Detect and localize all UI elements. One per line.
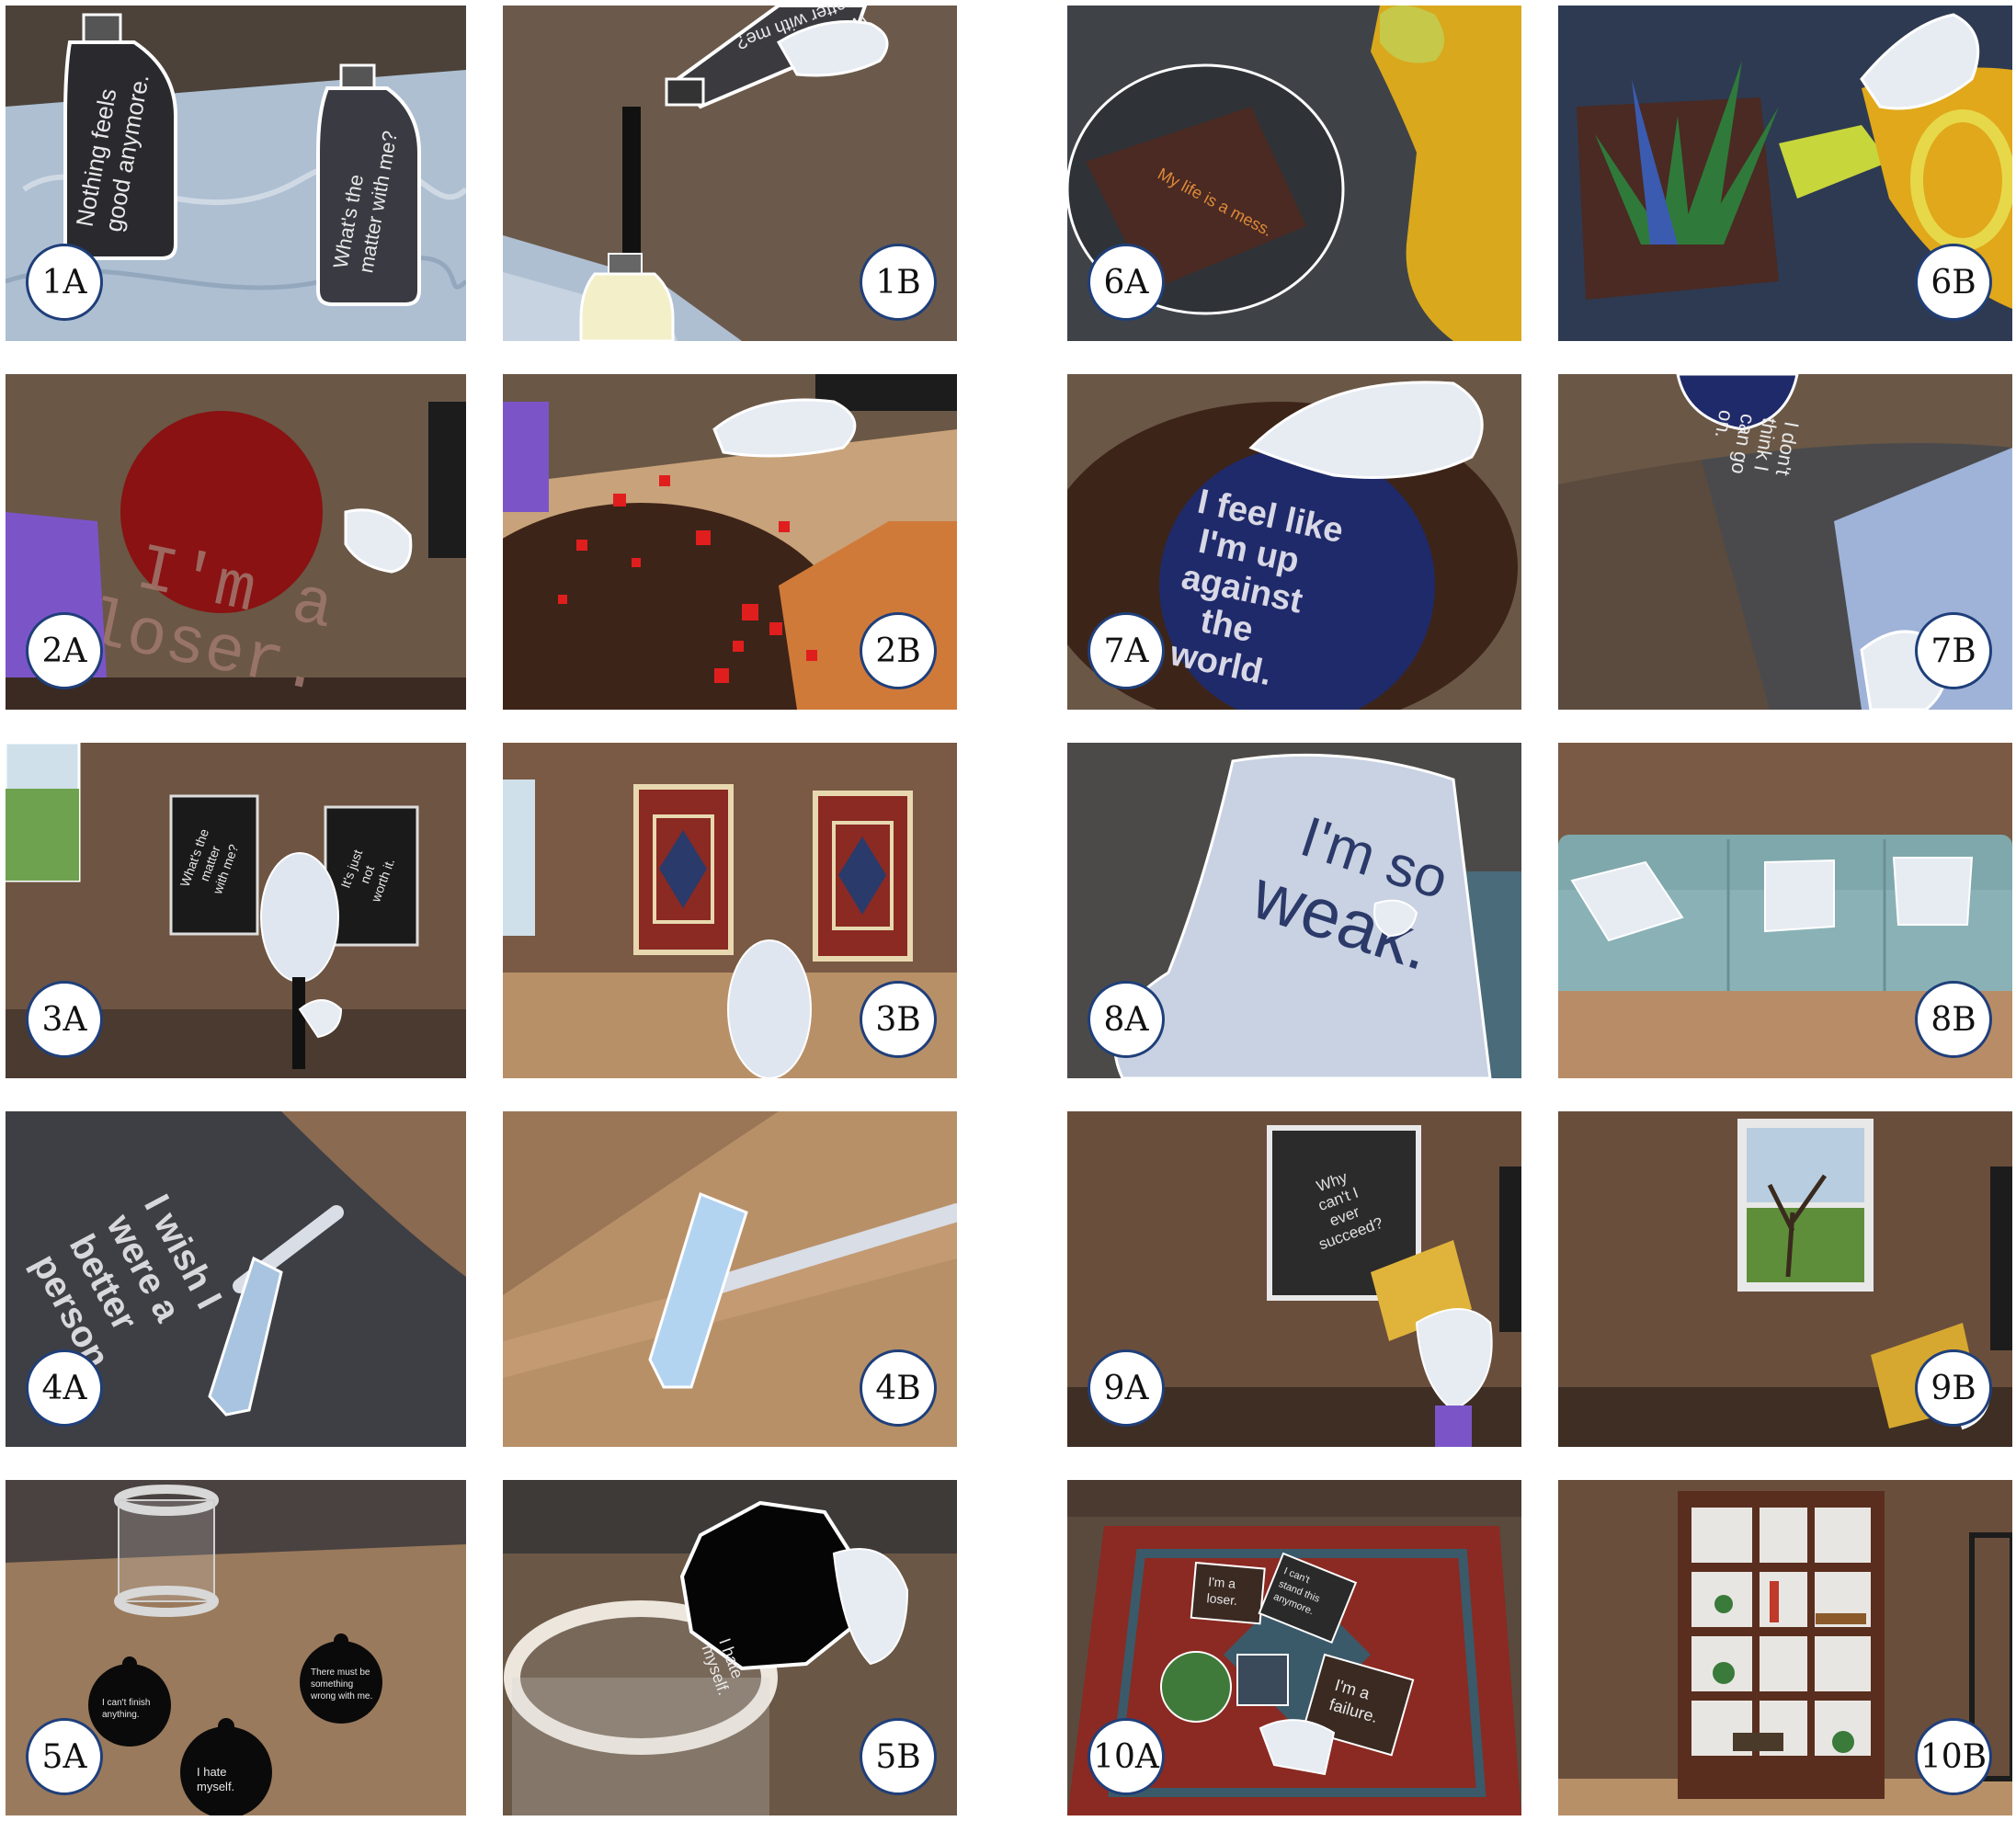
label-5B: 5B [860, 1718, 937, 1795]
label-9B: 9B [1915, 1349, 1992, 1427]
label-2A: 2A [26, 612, 103, 689]
bag-text-3: There must be [311, 1667, 370, 1678]
bookshelf [1678, 1491, 1885, 1799]
panel-1B: What's the matter with me? 1B [503, 6, 957, 341]
bag-text-5: wrong with me. [310, 1691, 372, 1701]
label-2B: 2B [860, 612, 937, 689]
poster-left: What's the matter with me? [169, 794, 259, 936]
label-7B: 7B [1915, 612, 1992, 689]
panel-4A: I wish I were a better person. 4A [6, 1111, 466, 1447]
bag-text-4: something [311, 1679, 353, 1690]
label-6A: 6A [1088, 244, 1165, 321]
panel-7A: I feel like I'm up against the world. 7A [1067, 374, 1521, 710]
panel-10A: I'm a loser. I can't stand this anymore.… [1067, 1480, 1521, 1815]
panel-7B: I don't think I can go on. 7B [1558, 374, 2012, 710]
label-3A: 3A [26, 981, 103, 1058]
label-1A: 1A [26, 244, 103, 321]
panel-3B: 3B [503, 743, 957, 1078]
card-text-1: I'm a [1208, 1574, 1236, 1591]
figure-grid: Nothing feels good anymore. What's the m… [0, 0, 2016, 1821]
bag-text-7: myself. [197, 1780, 234, 1793]
label-1B: 1B [860, 244, 937, 321]
liquid-stream [622, 107, 641, 254]
label-10A: 10A [1088, 1718, 1165, 1795]
panel-3A: What's the matter with me? It's just not… [6, 743, 466, 1078]
label-4A: 4A [26, 1349, 103, 1427]
panel-2A: I'm a loser. 2A [6, 374, 466, 710]
sponge-tool [727, 939, 812, 1078]
label-4B: 4B [860, 1349, 937, 1427]
window [1737, 1119, 1874, 1292]
panel-6B: 6B [1558, 6, 2012, 341]
label-3B: 3B [860, 981, 937, 1058]
panel-8B: 8B [1558, 743, 2012, 1078]
panel-1A: Nothing feels good anymore. What's the m… [6, 6, 466, 341]
label-9A: 9A [1088, 1349, 1165, 1427]
panel-5B: I hate myself. 5B [503, 1480, 957, 1815]
label-6B: 6B [1915, 244, 1992, 321]
label-8A: 8A [1088, 981, 1165, 1058]
note-card-1: I'm a loser. [1190, 1561, 1266, 1625]
label-5A: 5A [26, 1718, 103, 1795]
wastebasket [114, 1485, 219, 1617]
panel-9B: 9B [1558, 1111, 2012, 1447]
bag-text-6: I hate [197, 1765, 227, 1779]
rug-right [813, 791, 913, 962]
panel-5A: I can't finish anything. There must be s… [6, 1480, 466, 1815]
panel-10B: 10B [1558, 1480, 2012, 1815]
sponge-tool [260, 852, 339, 983]
panel-2B: 2B [503, 374, 957, 710]
label-10B: 10B [1915, 1718, 1992, 1795]
panel-6A: My life is a mess. 6A [1067, 6, 1521, 341]
label-7A: 7A [1088, 612, 1165, 689]
panel-4B: 4B [503, 1111, 957, 1447]
panel-8A: I'm so weak. 8A [1067, 743, 1521, 1078]
bag-text-2: anything. [102, 1710, 140, 1720]
panel-9A: Why can't I ever succeed? 9A [1067, 1111, 1521, 1447]
rug-left [633, 784, 734, 955]
ball-text-4: on. [1711, 408, 1738, 439]
poster-right: It's just not worth it. [324, 805, 419, 947]
label-8B: 8B [1915, 981, 1992, 1058]
bag-text-1: I can't finish [102, 1698, 151, 1708]
card-text-2: loser. [1206, 1590, 1238, 1608]
